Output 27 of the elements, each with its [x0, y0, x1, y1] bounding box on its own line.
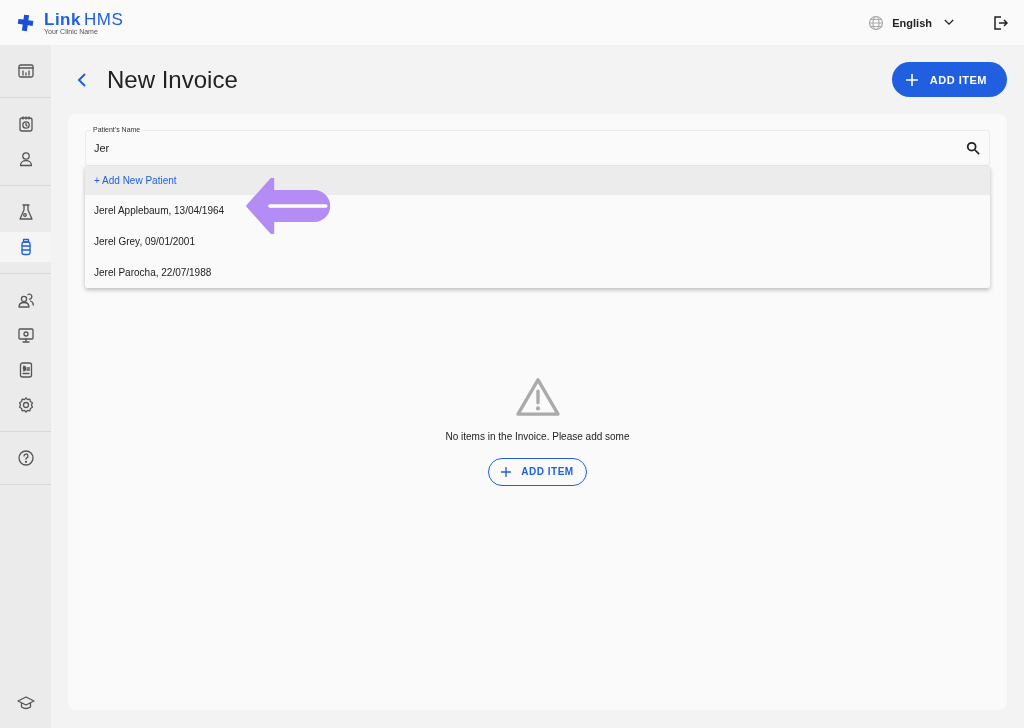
add-new-patient-option[interactable]: + Add New Patient — [85, 166, 990, 195]
cross-logo-icon — [16, 12, 36, 33]
chevron-down-icon — [944, 19, 954, 26]
warning-icon — [514, 376, 561, 417]
graduation-cap-icon[interactable] — [16, 694, 35, 712]
brand-name: Link HMS — [44, 10, 124, 28]
sidebar-item[interactable] — [0, 232, 51, 262]
plus-icon — [905, 73, 918, 86]
patient-option[interactable]: Jerel Grey, 09/01/2001 — [85, 226, 990, 257]
add-item-button[interactable]: ADD ITEM — [891, 62, 1007, 97]
chart-icon — [16, 62, 35, 80]
language-selector[interactable]: English — [868, 14, 954, 31]
monitor-icon — [16, 326, 35, 344]
page-title: New Invoice — [107, 65, 239, 94]
patient-option[interactable]: Jerel Parocha, 22/07/1988 — [85, 257, 990, 288]
empty-message: No items in the Invoice. Please add some — [445, 430, 630, 442]
logout-icon[interactable] — [992, 14, 1008, 31]
patient-option[interactable]: Jerel Applebaum, 13/04/1964 — [85, 195, 990, 226]
plus-icon — [501, 466, 512, 477]
add-item-button[interactable]: ADD ITEM — [488, 457, 587, 486]
settings-icon — [16, 396, 35, 414]
calendar-clock-icon — [16, 115, 35, 133]
globe-icon — [868, 14, 885, 31]
people-icon — [16, 291, 35, 309]
flask-icon — [16, 203, 35, 221]
help-icon — [16, 449, 35, 467]
search-icon[interactable] — [966, 141, 980, 155]
